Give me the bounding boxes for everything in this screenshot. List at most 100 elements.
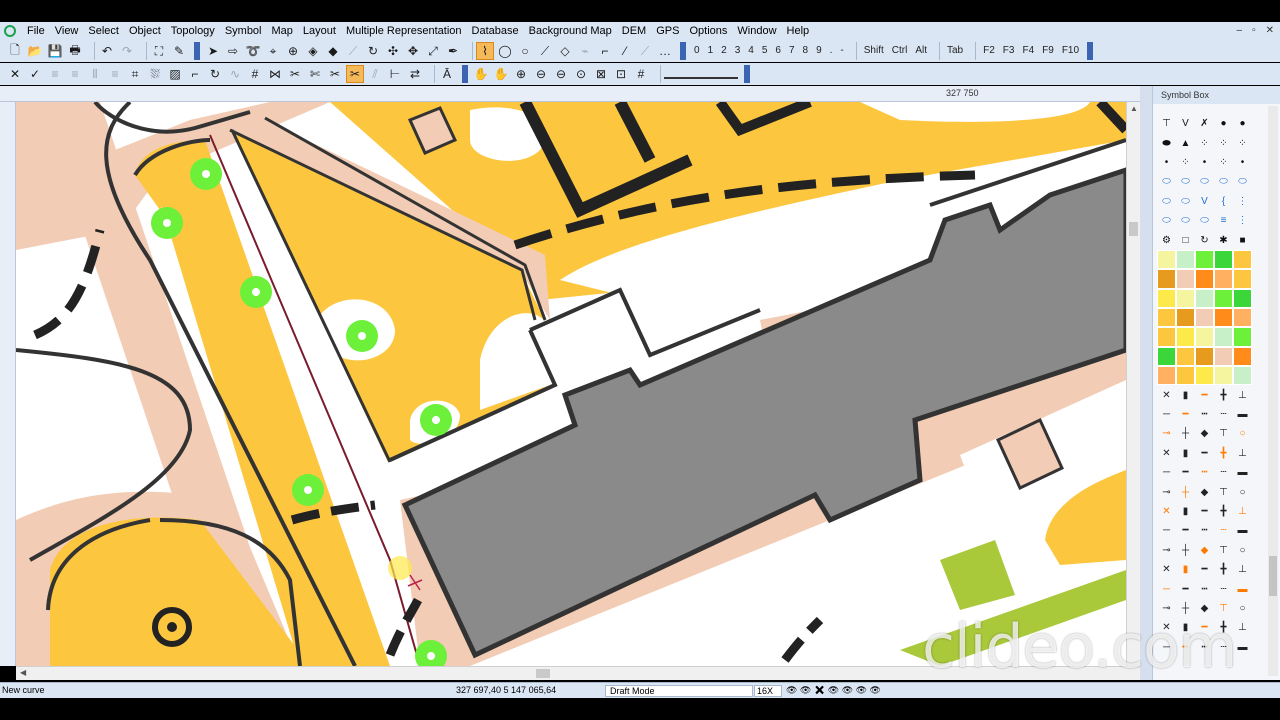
symbol-swatch[interactable]: ⁘ [1233,133,1252,152]
more-icon[interactable]: … [656,42,674,60]
key-5[interactable]: 5 [758,42,772,60]
symbol-swatch[interactable] [1157,307,1176,328]
key-tab[interactable]: Tab [943,42,967,60]
text-icon[interactable]: Ā [438,65,456,83]
zoom-extent-icon[interactable]: ⊡ [612,65,630,83]
pen-icon[interactable]: ✒ [444,42,462,60]
symbol-swatch[interactable]: ○ [1233,599,1252,618]
freehand-icon[interactable]: ⌁ [576,42,594,60]
symbol-swatch[interactable]: ▬ [1233,521,1252,540]
zoom-slider-icon[interactable] [664,69,738,79]
key-minus[interactable]: - [836,42,847,60]
symbol-swatch[interactable]: ✕ [1157,560,1176,579]
symbol-swatch[interactable]: ─ [1157,579,1176,598]
symbol-swatch[interactable] [1157,288,1176,308]
symbol-swatch[interactable]: ━ [1176,521,1195,540]
menu-multiple-representation[interactable]: Multiple Representation [341,22,467,40]
symbol-swatch[interactable]: • [1195,153,1214,172]
symbol-swatch[interactable] [1176,249,1195,270]
symbol-swatch[interactable]: ━ [1195,444,1214,463]
key-alt[interactable]: Alt [911,42,931,60]
symbol-swatch[interactable]: ● [1233,114,1252,133]
scale-icon[interactable]: ✣ [384,42,402,60]
symbol-swatch[interactable] [1233,327,1252,347]
key-7[interactable]: 7 [785,42,799,60]
symbol-swatch[interactable] [1195,307,1214,328]
symbol-swatch[interactable]: ⋮ [1233,211,1252,230]
symbol-swatch[interactable] [1157,366,1176,386]
lasso-icon[interactable]: ➰ [244,42,262,60]
toolbar-grip[interactable] [462,65,468,83]
symbol-swatch[interactable]: ✗ [1195,114,1214,133]
toolbar-grip[interactable] [680,42,686,60]
symbol-swatch[interactable]: ─ [1157,638,1176,657]
key-f2[interactable]: F2 [979,42,999,60]
scroll-left-icon[interactable]: ◀ [20,668,26,677]
symbol-swatch[interactable] [1214,307,1233,328]
align-right-icon[interactable]: ≡ [106,65,124,83]
pan-icon[interactable]: ✋ [492,65,510,83]
toolbar-grip[interactable] [194,42,200,60]
symbol-swatch[interactable]: ┼ [1176,599,1195,618]
symbol-swatch[interactable] [1176,366,1195,386]
symbol-swatch[interactable]: ⊸ [1157,482,1176,501]
symbol-box-scrollbar[interactable] [1268,106,1278,676]
text-mode-icon[interactable]: ⟋ [636,42,654,60]
symbol-swatch[interactable]: ⊥ [1233,502,1252,521]
save-icon[interactable]: 💾 [46,42,64,60]
symbol-swatch[interactable]: ┄ [1214,638,1233,657]
symbol-swatch[interactable]: ⁘ [1176,153,1195,172]
symbol-swatch[interactable]: ▮ [1176,618,1195,637]
symbol-swatch[interactable]: ↻ [1195,230,1214,249]
symbol-swatch[interactable] [1214,346,1233,367]
step-icon[interactable]: ⌐ [186,65,204,83]
dash-points-icon[interactable]: ⊢ [386,65,404,83]
cut-line-icon[interactable]: ⟋ [344,42,362,60]
symbol-swatch[interactable]: ┄ [1214,521,1233,540]
draft-mode-select[interactable]: Draft Mode [605,685,753,697]
rotate-symbol-icon[interactable]: ↻ [206,65,224,83]
symbol-swatch[interactable]: ◆ [1195,482,1214,501]
symbol-swatch[interactable]: ⊤ [1214,599,1233,618]
minimize-icon[interactable]: – [1237,22,1243,40]
symbol-swatch[interactable]: ⬭ [1176,192,1195,211]
symbol-swatch[interactable] [1157,269,1176,289]
join-icon[interactable]: ⋈ [266,65,284,83]
delete-vertex-icon[interactable]: ◆ [324,42,342,60]
symbol-swatch[interactable]: ⬭ [1195,172,1214,191]
symbol-swatch[interactable]: ✕ [1157,502,1176,521]
straight-line-icon[interactable]: ◇ [556,42,574,60]
symbol-swatch[interactable]: ▮ [1176,444,1195,463]
symbol-swatch[interactable]: ◆ [1195,541,1214,560]
symbol-swatch[interactable]: ⋮ [1233,192,1252,211]
symbol-swatch[interactable]: ⊸ [1157,599,1176,618]
symbol-swatch[interactable]: ✕ [1157,444,1176,463]
symbol-swatch[interactable]: ⊤ [1214,482,1233,501]
symbol-swatch[interactable]: ✕ [1157,385,1176,404]
symbol-swatch[interactable]: • [1233,153,1252,172]
symbol-swatch[interactable]: ⬭ [1157,172,1176,191]
crop-icon[interactable]: ⌗ [126,65,144,83]
symbol-swatch[interactable]: ─ [1157,463,1176,482]
symbol-swatch[interactable]: V [1195,192,1214,211]
symbol-swatch[interactable] [1214,366,1233,386]
symbol-swatch[interactable]: ─ [1157,405,1176,424]
symbol-swatch[interactable]: ⁘ [1214,133,1233,152]
symbol-swatch[interactable]: ⊥ [1233,385,1252,404]
cross-icon[interactable]: # [246,65,264,83]
symbol-swatch[interactable] [1157,327,1176,347]
key-9[interactable]: 9 [812,42,826,60]
vertex-icon[interactable]: ◈ [304,42,322,60]
stretch-icon[interactable]: ✥ [404,42,422,60]
symbol-swatch[interactable]: ┅ [1195,463,1214,482]
symbol-swatch[interactable]: ⊥ [1233,560,1252,579]
cut-area-icon[interactable]: ✄ [306,65,324,83]
menu-symbol[interactable]: Symbol [220,22,267,40]
key-shift[interactable]: Shift [860,42,888,60]
scroll-thumb[interactable] [1129,222,1138,236]
zoom-in-icon[interactable]: ⊕ [512,65,530,83]
symbol-swatch[interactable]: ⊸ [1157,424,1176,443]
key-ctrl[interactable]: Ctrl [888,42,912,60]
symbol-swatch[interactable]: ≡ [1214,211,1233,230]
key-dot[interactable]: . [826,42,837,60]
